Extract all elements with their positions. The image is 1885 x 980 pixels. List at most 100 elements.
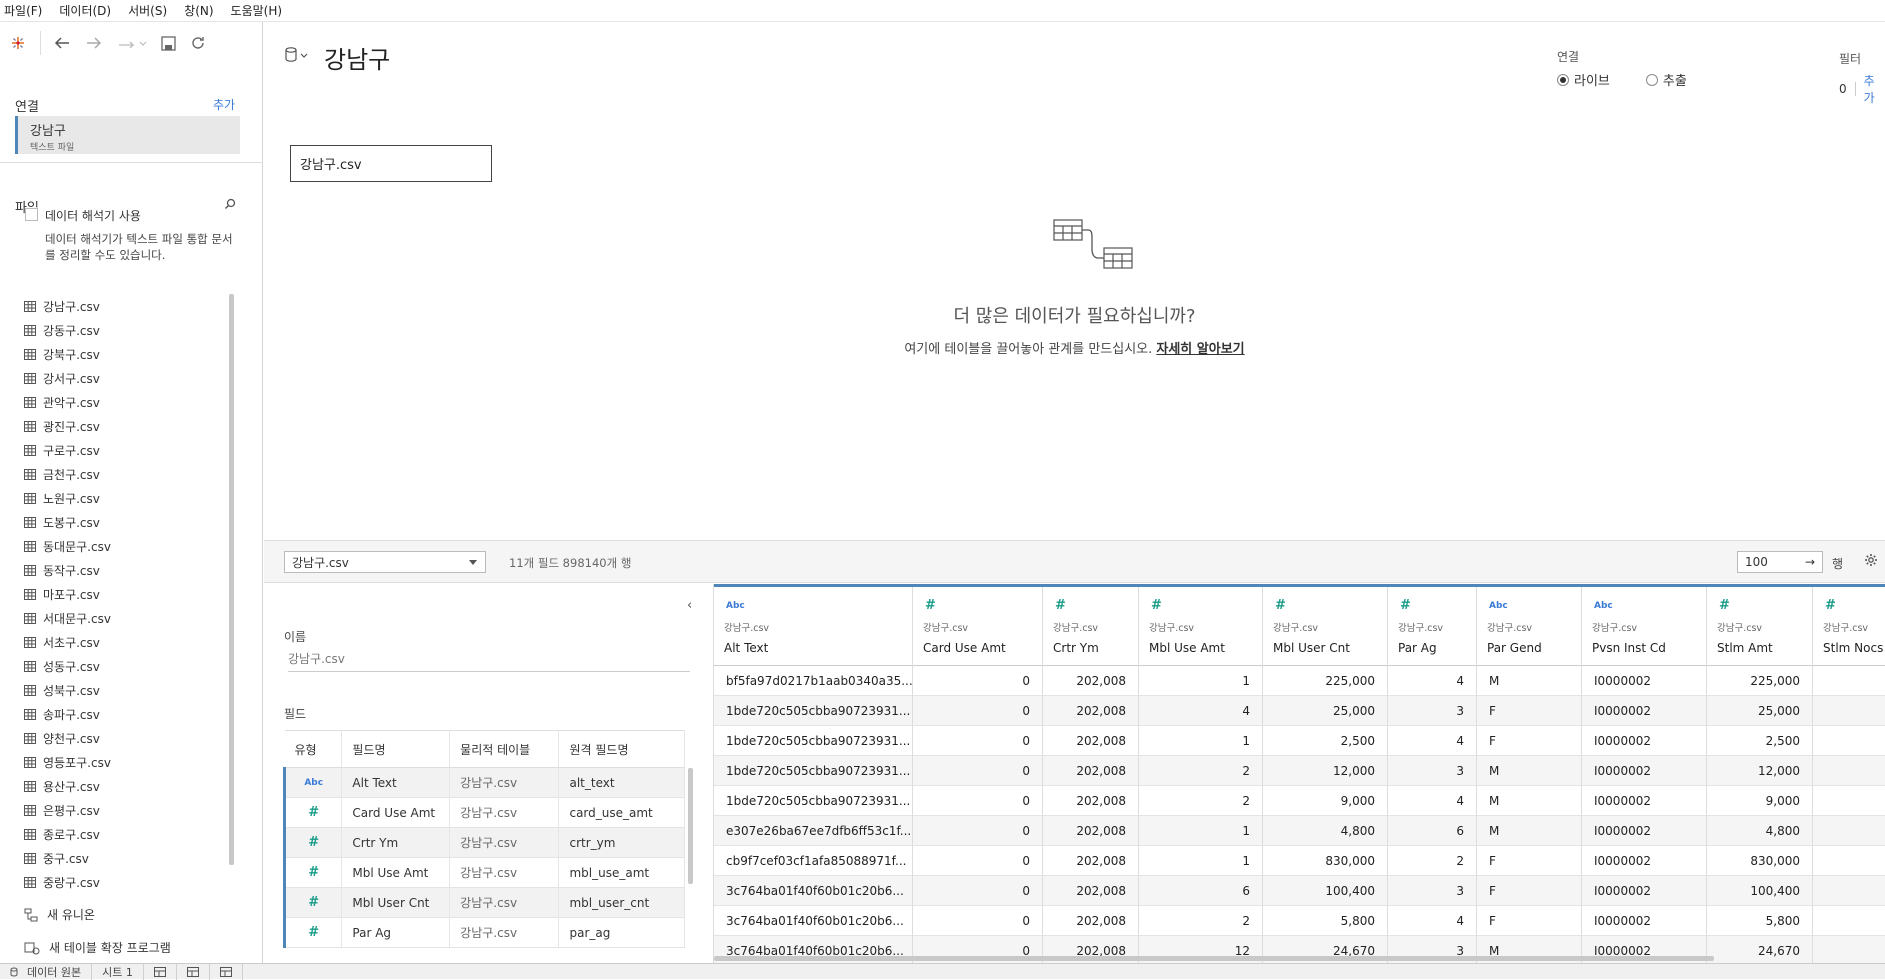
grid-cell[interactable]: 5,800 <box>1707 906 1812 936</box>
grid-cell[interactable] <box>1813 726 1885 756</box>
grid-cell[interactable]: I0000002 <box>1582 816 1706 846</box>
file-item[interactable]: 동대문구.csv <box>24 534 229 558</box>
extract-label[interactable]: 추출 <box>1663 70 1687 89</box>
grid-cell[interactable]: 202,008 <box>1043 906 1138 936</box>
forward-icon[interactable] <box>85 36 103 50</box>
extract-radio[interactable] <box>1645 73 1658 86</box>
field-name[interactable]: Card Use Amt <box>341 797 451 828</box>
field-row[interactable]: # Mbl User Cnt 강남구.csv mbl_user_cnt <box>282 887 685 918</box>
grid-cell[interactable]: 4 <box>1388 906 1476 936</box>
grid-cell[interactable]: M <box>1477 816 1581 846</box>
grid-cell[interactable]: 1 <box>1139 666 1262 696</box>
fields-table-header[interactable]: 유형 <box>284 730 343 768</box>
grid-cell[interactable]: 202,008 <box>1043 726 1138 756</box>
data-grid-scrollbar[interactable] <box>714 956 1714 961</box>
live-label[interactable]: 라이브 <box>1574 70 1610 89</box>
field-type-icon[interactable]: # <box>1275 598 1286 613</box>
field-type-icon[interactable]: # <box>282 857 343 888</box>
file-item[interactable]: 강서구.csv <box>24 366 229 390</box>
file-item[interactable]: 송파구.csv <box>24 702 229 726</box>
file-item[interactable]: 강북구.csv <box>24 342 229 366</box>
grid-cell[interactable]: 2 <box>1139 906 1262 936</box>
grid-cell[interactable]: 0 <box>913 786 1042 816</box>
grid-cell[interactable] <box>1813 696 1885 726</box>
grid-cell[interactable]: 2 <box>1139 786 1262 816</box>
field-type-icon[interactable]: # <box>282 827 343 858</box>
datasource-icon[interactable] <box>284 46 310 64</box>
refresh-icon[interactable] <box>190 35 206 51</box>
file-item[interactable]: 광진구.csv <box>24 414 229 438</box>
grid-cell[interactable]: 5,800 <box>1263 906 1387 936</box>
grid-cell[interactable]: 202,008 <box>1043 756 1138 786</box>
grid-cell[interactable]: 0 <box>913 876 1042 906</box>
field-type-icon[interactable]: Abc <box>1489 601 1508 611</box>
grid-cell[interactable]: 9,000 <box>1707 786 1812 816</box>
grid-cell[interactable]: M <box>1477 756 1581 786</box>
grid-cell[interactable]: 4,800 <box>1707 816 1812 846</box>
field-row[interactable]: # Crtr Ym 강남구.csv crtr_ym <box>282 827 685 858</box>
field-name[interactable]: Mbl Use Amt <box>341 857 451 888</box>
grid-cell[interactable]: 1bde720c505cbba90723931... <box>714 696 912 726</box>
grid-column-header[interactable]: # 강남구.csv Card Use Amt <box>913 587 1042 666</box>
file-item[interactable]: 관악구.csv <box>24 390 229 414</box>
grid-cell[interactable]: 25,000 <box>1263 696 1387 726</box>
field-type-icon[interactable]: # <box>1055 598 1066 613</box>
grid-cell[interactable]: 4 <box>1139 696 1262 726</box>
file-item[interactable]: 용산구.csv <box>24 774 229 798</box>
grid-column-header[interactable]: Abc 강남구.csv Pvsn Inst Cd <box>1582 587 1706 666</box>
grid-cell[interactable]: 12,000 <box>1707 756 1812 786</box>
grid-cell[interactable] <box>1813 906 1885 936</box>
file-item[interactable]: 영등포구.csv <box>24 750 229 774</box>
grid-cell[interactable] <box>1813 846 1885 876</box>
grid-column-header[interactable]: # 강남구.csv Mbl Use Amt <box>1139 587 1262 666</box>
grid-cell[interactable] <box>1813 936 1885 963</box>
search-icon[interactable] <box>224 198 236 210</box>
grid-cell[interactable]: F <box>1477 906 1581 936</box>
grid-cell[interactable]: F <box>1477 726 1581 756</box>
grid-cell[interactable]: F <box>1477 696 1581 726</box>
grid-column-header[interactable]: # 강남구.csv Stlm Nocs <box>1813 587 1885 666</box>
new-union-item[interactable]: 새 유니온 <box>24 906 95 923</box>
grid-cell[interactable]: I0000002 <box>1582 906 1706 936</box>
grid-cell[interactable]: 1bde720c505cbba90723931... <box>714 756 912 786</box>
menu-item[interactable]: 데이터(D) <box>59 2 111 19</box>
field-type-icon[interactable]: # <box>282 887 343 918</box>
file-item[interactable]: 도봉구.csv <box>24 510 229 534</box>
grid-cell[interactable]: 225,000 <box>1707 666 1812 696</box>
grid-cell[interactable]: 1 <box>1139 846 1262 876</box>
gear-icon[interactable] <box>1864 553 1878 567</box>
file-item[interactable]: 중구.csv <box>24 846 229 870</box>
live-radio[interactable] <box>1557 73 1569 86</box>
row-limit-input[interactable]: 100 → <box>1737 551 1823 573</box>
field-type-icon[interactable]: Abc <box>1594 601 1613 611</box>
field-type-icon[interactable]: # <box>925 598 936 613</box>
grid-cell[interactable]: 100,400 <box>1263 876 1387 906</box>
grid-cell[interactable]: 1bde720c505cbba90723931... <box>714 786 912 816</box>
grid-cell[interactable]: 0 <box>913 696 1042 726</box>
learn-more-link[interactable]: 자세히 알아보기 <box>1156 342 1244 357</box>
grid-column-header[interactable]: # 강남구.csv Stlm Amt <box>1707 587 1812 666</box>
file-item[interactable]: 종로구.csv <box>24 822 229 846</box>
field-name[interactable]: Crtr Ym <box>341 827 451 858</box>
grid-cell[interactable]: 1bde720c505cbba90723931... <box>714 726 912 756</box>
grid-cell[interactable]: 3 <box>1388 876 1476 906</box>
grid-cell[interactable]: 3 <box>1388 696 1476 726</box>
fields-table-header[interactable]: 물리적 테이블 <box>449 730 560 768</box>
grid-cell[interactable]: 24,670 <box>1707 936 1812 963</box>
grid-column-header[interactable]: # 강남구.csv Crtr Ym <box>1043 587 1138 666</box>
grid-cell[interactable]: 2 <box>1139 756 1262 786</box>
grid-cell[interactable]: 6 <box>1139 876 1262 906</box>
grid-column-header[interactable]: Abc 강남구.csv Par Gend <box>1477 587 1581 666</box>
grid-column-header[interactable]: # 강남구.csv Par Ag <box>1388 587 1476 666</box>
grid-cell[interactable]: 1 <box>1139 816 1262 846</box>
grid-cell[interactable]: M <box>1477 786 1581 816</box>
grid-cell[interactable]: 4 <box>1388 726 1476 756</box>
save-icon[interactable] <box>161 35 176 51</box>
menu-item[interactable]: 서버(S) <box>128 2 167 19</box>
grid-cell[interactable]: 2,500 <box>1707 726 1812 756</box>
grid-cell[interactable]: 830,000 <box>1263 846 1387 876</box>
field-name[interactable]: Alt Text <box>341 767 451 798</box>
file-item[interactable]: 중랑구.csv <box>24 870 229 894</box>
grid-cell[interactable]: F <box>1477 876 1581 906</box>
grid-cell[interactable]: 3c764ba01f40f60b01c20b6... <box>714 906 912 936</box>
